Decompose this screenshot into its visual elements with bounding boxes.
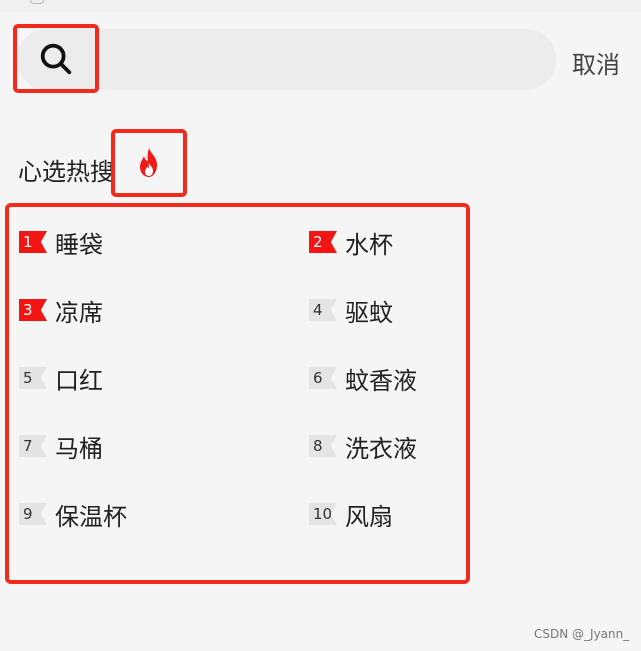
rank-number: 3 xyxy=(23,301,33,319)
hot-search-item[interactable]: 10 风扇 xyxy=(309,499,393,531)
rank-badge: 10 xyxy=(309,503,337,525)
rank-badge: 1 xyxy=(19,231,47,253)
hot-search-item[interactable]: 5 口红 xyxy=(19,363,103,395)
watermark: CSDN @_Jyann_ xyxy=(534,627,630,641)
hot-search-item[interactable]: 9 保温杯 xyxy=(19,499,127,531)
search-icon-highlight[interactable] xyxy=(13,24,99,93)
hot-search-term: 风扇 xyxy=(345,502,393,531)
hot-search-item[interactable]: 8 洗衣液 xyxy=(309,431,417,463)
cancel-button[interactable]: 取消 xyxy=(572,45,620,80)
rank-number: 9 xyxy=(23,505,33,523)
section-title: 心选热搜 xyxy=(18,158,114,186)
rank-badge: 9 xyxy=(19,503,47,525)
hot-search-term: 口红 xyxy=(55,366,103,395)
rank-badge: 3 xyxy=(19,299,47,321)
top-edge xyxy=(0,0,641,12)
hot-search-term: 驱蚊 xyxy=(345,298,393,327)
rank-number: 8 xyxy=(313,437,323,455)
hot-search-term: 洗衣液 xyxy=(345,434,417,463)
top-edge-fragment xyxy=(30,0,44,4)
rank-badge: 8 xyxy=(309,435,337,457)
rank-badge: 7 xyxy=(19,435,47,457)
rank-badge: 6 xyxy=(309,367,337,389)
hot-search-item[interactable]: 7 马桶 xyxy=(19,431,103,463)
rank-badge: 2 xyxy=(309,231,337,253)
fire-icon xyxy=(140,148,157,177)
hot-search-term: 马桶 xyxy=(55,434,103,463)
rank-number: 2 xyxy=(313,233,323,251)
hot-search-item[interactable]: 6 蚊香液 xyxy=(309,363,417,395)
fire-icon-highlight xyxy=(111,129,187,197)
rank-number: 6 xyxy=(313,369,323,387)
hot-search-term: 凉席 xyxy=(55,298,103,327)
search-icon xyxy=(40,43,72,74)
hot-search-term: 水杯 xyxy=(345,230,393,259)
hot-search-term: 睡袋 xyxy=(55,230,103,259)
hot-search-item[interactable]: 2 水杯 xyxy=(309,227,393,259)
rank-badge: 5 xyxy=(19,367,47,389)
rank-number: 7 xyxy=(23,437,33,455)
hot-search-term: 保温杯 xyxy=(55,502,127,531)
rank-number: 5 xyxy=(23,369,33,387)
rank-number: 1 xyxy=(23,233,33,251)
hot-search-item[interactable]: 1 睡袋 xyxy=(19,227,103,259)
rank-badge: 4 xyxy=(309,299,337,321)
hot-search-item[interactable]: 4 驱蚊 xyxy=(309,295,393,327)
hot-search-item[interactable]: 3 凉席 xyxy=(19,295,103,327)
rank-number: 10 xyxy=(313,505,333,523)
hot-search-term: 蚊香液 xyxy=(345,366,417,395)
rank-number: 4 xyxy=(313,301,323,319)
